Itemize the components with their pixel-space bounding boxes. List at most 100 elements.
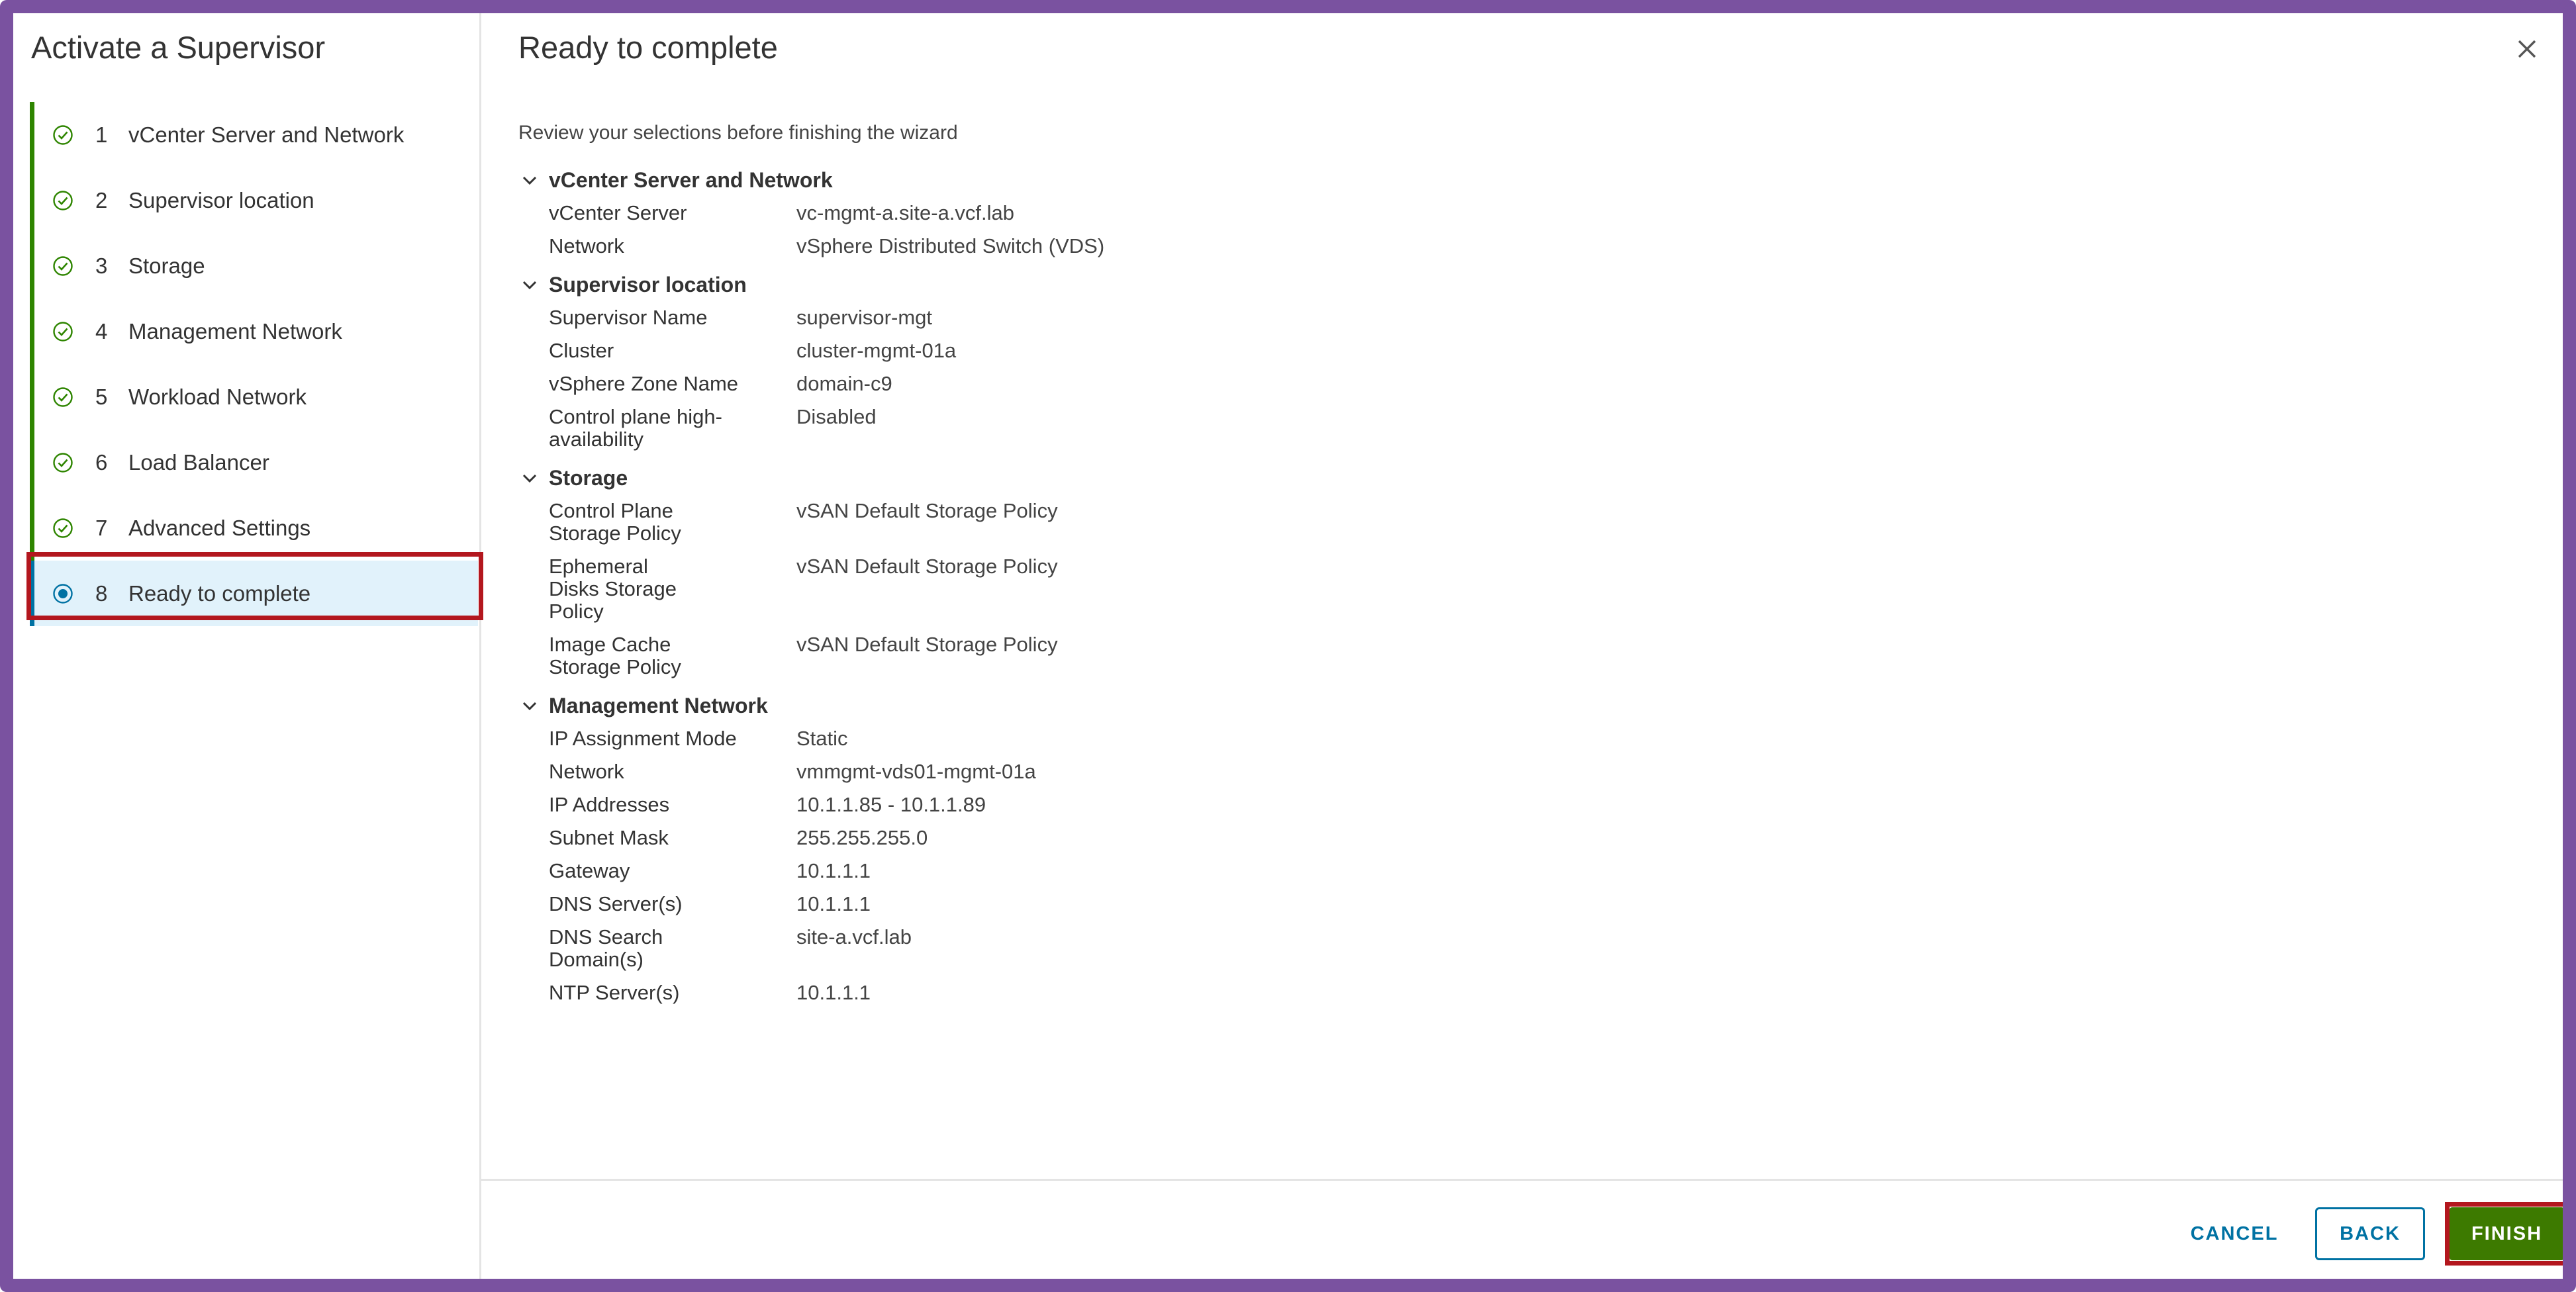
row-key: Network (549, 760, 624, 783)
section-title: vCenter Server and Network (549, 168, 833, 192)
step-workload-network[interactable]: 5 Workload Network (30, 364, 478, 430)
row-value: supervisor-mgt (796, 306, 932, 329)
summary-row: Network vmmgmt-vds01-mgmt-01a (518, 761, 1511, 783)
check-circle-icon (53, 191, 73, 210)
step-number: 7 (95, 515, 108, 540)
cancel-button[interactable]: CANCEL (2178, 1207, 2291, 1260)
step-ready-to-complete[interactable]: 8 Ready to complete (30, 561, 478, 626)
step-label: Advanced Settings (128, 515, 311, 540)
check-circle-icon (53, 518, 73, 538)
summary-row: Cluster cluster-mgmt-01a (518, 340, 1511, 362)
section-toggle-vcenter[interactable]: vCenter Server and Network (518, 163, 1511, 197)
row-value: 10.1.1.1 (796, 859, 871, 882)
summary-row: NTP Server(s) 10.1.1.1 (518, 982, 1511, 1004)
step-number: 5 (95, 384, 108, 409)
intro-text: Review your selections before finishing … (518, 122, 958, 144)
step-number: 4 (95, 318, 108, 344)
summary-row: vSphere Zone Name domain-c9 (518, 373, 1511, 395)
row-value: vSphere Distributed Switch (VDS) (796, 234, 1105, 257)
finish-button[interactable]: FINISH (2450, 1207, 2563, 1260)
step-label: Management Network (128, 318, 342, 344)
back-button[interactable]: BACK (2315, 1207, 2425, 1260)
row-value: 10.1.1.1 (796, 892, 871, 915)
row-value: 10.1.1.85 - 10.1.1.89 (796, 793, 986, 816)
step-advanced-settings[interactable]: 7 Advanced Settings (30, 495, 478, 561)
row-value: cluster-mgmt-01a (796, 339, 957, 362)
check-circle-icon (53, 256, 73, 276)
step-load-balancer[interactable]: 6 Load Balancer (30, 430, 478, 495)
summary-row: Subnet Mask 255.255.255.0 (518, 827, 1511, 849)
wizard-steps: 1 vCenter Server and Network 2 Superviso… (30, 102, 478, 626)
step-number: 1 (95, 122, 108, 147)
row-key: Cluster (549, 339, 614, 362)
row-key: Supervisor Name (549, 306, 708, 329)
wizard-main-panel: Ready to complete Review your selections… (481, 13, 2563, 1279)
row-value: Disabled (796, 405, 877, 428)
summary-row: IP Assignment Mode Static (518, 727, 1511, 750)
radio-dot-icon (53, 584, 73, 604)
row-key: Image Cache Storage Policy (549, 633, 681, 678)
chevron-down-icon (522, 281, 537, 290)
summary-row: vCenter Server vc-mgmt-a.site-a.vcf.lab (518, 202, 1511, 224)
check-circle-icon (53, 322, 73, 342)
step-label: vCenter Server and Network (128, 122, 405, 147)
row-key: vSphere Zone Name (549, 372, 739, 395)
wizard-title: Activate a Supervisor (31, 30, 326, 65)
summary-row: Ephemeral Disks Storage Policy vSAN Defau… (518, 555, 1511, 623)
row-key: vCenter Server (549, 201, 687, 224)
step-storage[interactable]: 3 Storage (30, 233, 478, 299)
row-value: site-a.vcf.lab (796, 925, 912, 948)
summary-row: DNS Search Domain(s) site-a.vcf.lab (518, 926, 1511, 971)
row-key: Ephemeral Disks Storage Policy (549, 555, 677, 623)
check-circle-icon (53, 453, 73, 473)
summary-row: DNS Server(s) 10.1.1.1 (518, 893, 1511, 915)
summary-row: Supervisor Name supervisor-mgt (518, 306, 1511, 329)
row-key: IP Assignment Mode (549, 727, 737, 750)
row-key: Control Plane Storage Policy (549, 499, 681, 545)
row-value: Static (796, 727, 848, 750)
wizard-sidebar: Activate a Supervisor 1 vCenter Server a… (13, 13, 483, 1279)
step-number: 2 (95, 187, 108, 212)
row-key: DNS Search Domain(s) (549, 925, 663, 971)
summary-row: Gateway 10.1.1.1 (518, 860, 1511, 882)
section-toggle-supervisor-location[interactable]: Supervisor location (518, 268, 1511, 301)
wizard-footer: CANCEL BACK FINISH (481, 1179, 2563, 1279)
summary-row: Control plane high-availability Disabled (518, 406, 1511, 451)
wizard-dialog: Activate a Supervisor 1 vCenter Server a… (0, 0, 2576, 1292)
section-toggle-management-network[interactable]: Management Network (518, 689, 1511, 722)
review-summary: Review your selections before finishing … (518, 119, 1511, 1191)
step-number: 8 (95, 580, 108, 606)
row-key: Network (549, 234, 624, 257)
page-title: Ready to complete (518, 30, 778, 65)
row-key: Gateway (549, 859, 630, 882)
step-label: Supervisor location (128, 187, 314, 212)
row-key: IP Addresses (549, 793, 670, 816)
step-supervisor-location[interactable]: 2 Supervisor location (30, 167, 478, 233)
close-icon[interactable] (2514, 36, 2540, 62)
summary-row: IP Addresses 10.1.1.85 - 10.1.1.89 (518, 794, 1511, 816)
chevron-down-icon (522, 474, 537, 483)
row-key: NTP Server(s) (549, 981, 680, 1004)
step-label: Workload Network (128, 384, 307, 409)
section-title: Supervisor location (549, 273, 747, 297)
row-key: Control plane high-availability (549, 405, 722, 451)
summary-row: Control Plane Storage Policy vSAN Default… (518, 500, 1511, 545)
section-title: Management Network (549, 694, 768, 717)
step-label: Storage (128, 253, 205, 278)
row-key: DNS Server(s) (549, 892, 683, 915)
check-circle-icon (53, 387, 73, 407)
chevron-down-icon (522, 702, 537, 711)
step-label: Load Balancer (128, 449, 269, 475)
row-key: Subnet Mask (549, 826, 669, 849)
step-vcenter-server-and-network[interactable]: 1 vCenter Server and Network (30, 102, 478, 167)
row-value: vSAN Default Storage Policy (796, 555, 1058, 578)
row-value: vSAN Default Storage Policy (796, 633, 1058, 656)
step-management-network[interactable]: 4 Management Network (30, 299, 478, 364)
section-title: Storage (549, 466, 628, 490)
row-value: vmmgmt-vds01-mgmt-01a (796, 760, 1036, 783)
section-toggle-storage[interactable]: Storage (518, 461, 1511, 494)
row-value: vc-mgmt-a.site-a.vcf.lab (796, 201, 1015, 224)
chevron-down-icon (522, 176, 537, 185)
summary-row: Image Cache Storage Policy vSAN Default S… (518, 633, 1511, 678)
row-value: 255.255.255.0 (796, 826, 928, 849)
